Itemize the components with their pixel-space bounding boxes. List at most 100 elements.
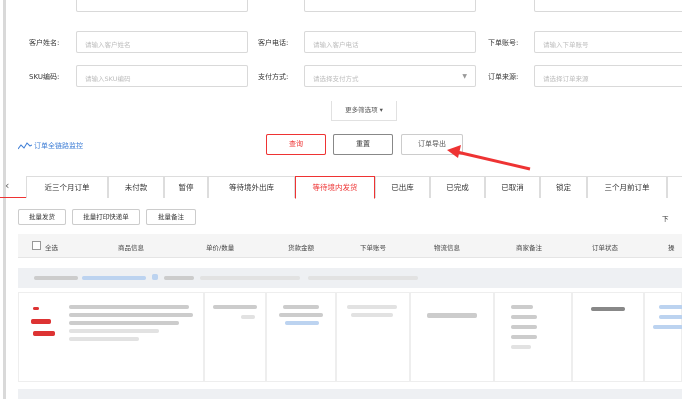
order-monitor-label: 订单全链路监控: [34, 142, 83, 150]
blurred-text: [285, 321, 319, 325]
top-input-3[interactable]: [534, 0, 682, 12]
blurred-text: [659, 305, 682, 309]
order-management-page: 客户姓名: 请输入客户姓名 客户电话: 请输入客户电话 下单账号: 请输入下单账…: [0, 0, 682, 399]
top-input-1[interactable]: [76, 0, 248, 12]
blurred-text: [69, 329, 159, 333]
col-product: 商品信息: [118, 244, 144, 252]
tab-cancelled[interactable]: 已取消: [485, 176, 540, 198]
filter-row-1: 客户姓名: 请输入客户姓名 客户电话: 请输入客户电话 下单账号: 请输入下单账…: [0, 31, 682, 53]
order-group-header: [18, 268, 682, 288]
more-filters-button[interactable]: 更多筛选项 ▾: [331, 101, 397, 121]
reset-button[interactable]: 重置: [333, 134, 393, 155]
tab-last-three-months[interactable]: 近三个月订单: [26, 176, 108, 198]
blurred-text: [659, 315, 682, 319]
amount-cell: [266, 292, 336, 382]
blurred-image: [33, 307, 39, 310]
blurred-text: [511, 315, 537, 319]
blurred-text: [427, 313, 477, 318]
order-account-placeholder: 请输入下单账号: [543, 41, 589, 49]
select-all-label: 全选: [45, 244, 58, 252]
next-order-group-header: [18, 389, 682, 399]
tab-awaiting-overseas[interactable]: 等待境外出库: [208, 176, 295, 198]
top-input-2[interactable]: [304, 0, 476, 12]
actions-cell: [644, 292, 682, 382]
status-tabs: ‹ 近三个月订单 未付款 暂停 等待境外出库 等待境内发货 已出库 已完成 已取…: [0, 176, 682, 199]
customer-phone-input[interactable]: 请输入客户电话: [304, 31, 476, 53]
logistics-cell: [410, 292, 494, 382]
tab-more[interactable]: [667, 176, 682, 198]
col-amount: 货款金额: [288, 244, 314, 252]
batch-note-button[interactable]: 批量备注: [146, 209, 196, 225]
col-merchant-note: 商家备注: [516, 244, 542, 252]
payment-select[interactable]: 请选择支付方式 ▼: [304, 65, 476, 87]
sku-label: SKU编码:: [29, 73, 60, 81]
customer-phone-label: 客户电话:: [258, 39, 289, 47]
blurred-text: [34, 276, 78, 280]
blurred-text: [511, 345, 531, 349]
price-cell: [204, 292, 266, 382]
customer-name-placeholder: 请输入客户姓名: [85, 41, 131, 49]
red-arrow-annotation: [447, 145, 531, 171]
merchant-note-cell: [494, 292, 572, 382]
batch-ship-button[interactable]: 批量发货: [18, 209, 66, 225]
order-source-label: 订单来源:: [488, 73, 519, 81]
payment-label: 支付方式:: [258, 73, 289, 81]
customer-name-label: 客户姓名:: [29, 39, 60, 47]
tab-paused[interactable]: 暂停: [164, 176, 208, 198]
col-logistics: 物流信息: [434, 244, 460, 252]
filter-row-2: SKU编码: 请输入SKU编码 支付方式: 请选择支付方式 ▼ 订单来源: 请选择…: [0, 65, 682, 87]
blurred-text: [241, 315, 255, 319]
order-account-input[interactable]: 请输入下单账号: [534, 31, 682, 53]
blurred-text: [308, 276, 418, 280]
blurred-image: [33, 331, 55, 336]
table-header: 全选 商品信息 单价/数量 货款金额 下单账号 物流信息 商家备注 订单状态 操: [18, 234, 682, 258]
order-monitor-link[interactable]: 订单全链路监控: [18, 141, 83, 151]
blurred-text: [69, 337, 139, 341]
col-account: 下单账号: [360, 244, 386, 252]
blurred-text: [653, 325, 682, 329]
customer-phone-placeholder: 请输入客户电话: [313, 41, 359, 49]
status-cell: [572, 292, 644, 382]
blurred-text: [69, 305, 189, 309]
account-cell: [336, 292, 410, 382]
batch-print-button[interactable]: 批量打印快递单: [72, 209, 140, 225]
select-all-checkbox[interactable]: [32, 241, 41, 250]
col-status: 订单状态: [592, 244, 618, 252]
query-button[interactable]: 查询: [266, 134, 326, 155]
blurred-text: [279, 313, 323, 317]
blurred-text: [164, 276, 194, 280]
customer-name-input[interactable]: 请输入客户姓名: [76, 31, 248, 53]
tab-awaiting-domestic[interactable]: 等待境内发货: [295, 176, 375, 199]
blurred-text: [511, 305, 533, 309]
blurred-text: [69, 313, 193, 317]
col-price-qty: 单价/数量: [206, 244, 235, 252]
blurred-text: [283, 305, 319, 309]
order-source-placeholder: 请选择订单来源: [543, 75, 589, 83]
product-cell: [18, 292, 204, 382]
blurred-image: [31, 319, 51, 324]
next-page-link[interactable]: 下: [662, 213, 669, 223]
sku-input[interactable]: 请输入SKU编码: [76, 65, 248, 87]
tab-shipped[interactable]: 已出库: [375, 176, 430, 198]
wave-icon: [18, 142, 32, 150]
blurred-text: [200, 276, 300, 280]
blurred-text: [82, 276, 146, 280]
blurred-text: [511, 335, 537, 339]
payment-placeholder: 请选择支付方式: [313, 75, 359, 83]
chevron-down-icon: ▼: [462, 73, 467, 80]
tab-older-orders[interactable]: 三个月前订单: [587, 176, 667, 198]
order-source-select[interactable]: 请选择订单来源: [534, 65, 682, 87]
order-account-label: 下单账号:: [488, 39, 519, 47]
tab-locked[interactable]: 锁定: [540, 176, 587, 198]
chevron-left-icon[interactable]: ‹: [5, 179, 9, 192]
tab-unpaid[interactable]: 未付款: [108, 176, 164, 198]
blurred-text: [347, 305, 397, 309]
blurred-text: [511, 325, 537, 329]
blurred-text: [351, 313, 393, 317]
blurred-text: [69, 321, 179, 325]
blurred-text: [213, 305, 257, 309]
blurred-text: [591, 307, 625, 311]
col-actions: 操: [668, 244, 675, 252]
left-border: [3, 0, 6, 399]
tab-completed[interactable]: 已完成: [430, 176, 485, 198]
